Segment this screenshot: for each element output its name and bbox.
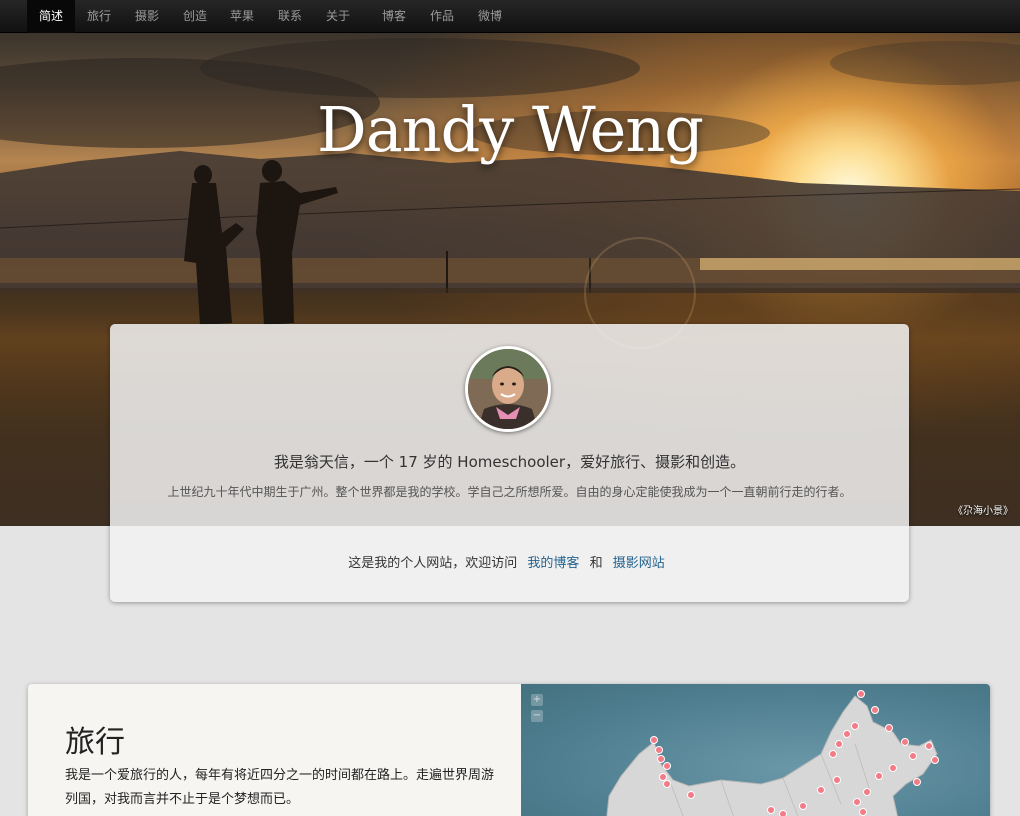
map-marker[interactable]	[687, 791, 695, 799]
intro-subtitle: 上世纪九十年代中期生于广州。整个世界都是我的学校。学自己之所想所爱。自由的身心定…	[167, 485, 852, 499]
map-zoom-out-button[interactable]: −	[531, 710, 543, 722]
nav-item-photography[interactable]: 摄影	[123, 0, 171, 33]
map-marker[interactable]	[871, 706, 879, 714]
map-marker[interactable]	[859, 808, 867, 816]
nav-item-contact[interactable]: 联系	[266, 0, 314, 33]
map-marker[interactable]	[833, 776, 841, 784]
intro-text: 我是翁天信，一个 17 岁的 Homeschooler，爱好旅行、摄影和创造。	[273, 453, 746, 471]
map-marker[interactable]	[663, 762, 671, 770]
map-marker[interactable]	[843, 730, 851, 738]
map-marker[interactable]	[885, 724, 893, 732]
map-marker[interactable]	[650, 736, 658, 744]
map-marker[interactable]	[901, 738, 909, 746]
china-map-graphic	[606, 695, 938, 816]
nav-item-about[interactable]: 关于	[314, 0, 362, 33]
hero-title: Dandy Weng	[316, 93, 704, 166]
map-marker[interactable]	[655, 746, 663, 754]
map-marker[interactable]	[663, 780, 671, 788]
avatar-photo	[468, 349, 548, 429]
map-marker[interactable]	[851, 722, 859, 730]
travel-heading: 旅行	[65, 725, 125, 760]
map-marker[interactable]	[889, 764, 897, 772]
avatar	[465, 346, 551, 432]
nav-item-weibo[interactable]: 微博	[466, 0, 514, 33]
map-marker[interactable]	[835, 740, 843, 748]
travel-map[interactable]: + −	[521, 684, 990, 816]
photo-site-link[interactable]: 摄影网站	[613, 556, 665, 571]
map-marker[interactable]	[913, 778, 921, 786]
map-marker[interactable]	[875, 772, 883, 780]
photo-caption: 《尕海小景》	[953, 506, 1013, 517]
map-zoom-in-button[interactable]: +	[531, 694, 543, 706]
blog-link[interactable]: 我的博客	[527, 556, 579, 571]
nav-item-works[interactable]: 作品	[418, 0, 466, 33]
map-marker[interactable]	[799, 802, 807, 810]
top-navbar: 简述 旅行 摄影 创造 苹果 联系 关于 博客 作品 微博	[0, 0, 1020, 33]
nav-item-summary[interactable]: 简述	[27, 0, 76, 33]
visit-line: 这是我的个人网站，欢迎访问 我的博客 和 摄影网站	[110, 552, 909, 571]
map-marker[interactable]	[931, 756, 939, 764]
map-marker[interactable]	[925, 742, 933, 750]
nav-item-create[interactable]: 创造	[171, 0, 219, 33]
travel-section: 旅行 我是一个爱旅行的人，每年有将近四分之一的时间都在路上。走遍世界周游列国，对…	[28, 684, 990, 816]
map-marker[interactable]	[779, 810, 787, 816]
map-marker[interactable]	[853, 798, 861, 806]
nav-item-blog[interactable]: 博客	[370, 0, 418, 33]
map-marker[interactable]	[857, 690, 865, 698]
profile-card: 我是翁天信，一个 17 岁的 Homeschooler，爱好旅行、摄影和创造。 …	[110, 324, 909, 602]
nav-item-travel[interactable]: 旅行	[75, 0, 123, 33]
map-marker[interactable]	[817, 786, 825, 794]
visit-prefix: 这是我的个人网站，欢迎访问	[348, 556, 518, 571]
travel-description: 我是一个爱旅行的人，每年有将近四分之一的时间都在路上。走遍世界周游列国，对我而言…	[65, 768, 495, 807]
map-marker[interactable]	[863, 788, 871, 796]
map-marker[interactable]	[909, 752, 917, 760]
map-marker[interactable]	[829, 750, 837, 758]
map-marker[interactable]	[767, 806, 775, 814]
nav-item-apple[interactable]: 苹果	[218, 0, 266, 33]
and-text: 和	[589, 556, 603, 571]
